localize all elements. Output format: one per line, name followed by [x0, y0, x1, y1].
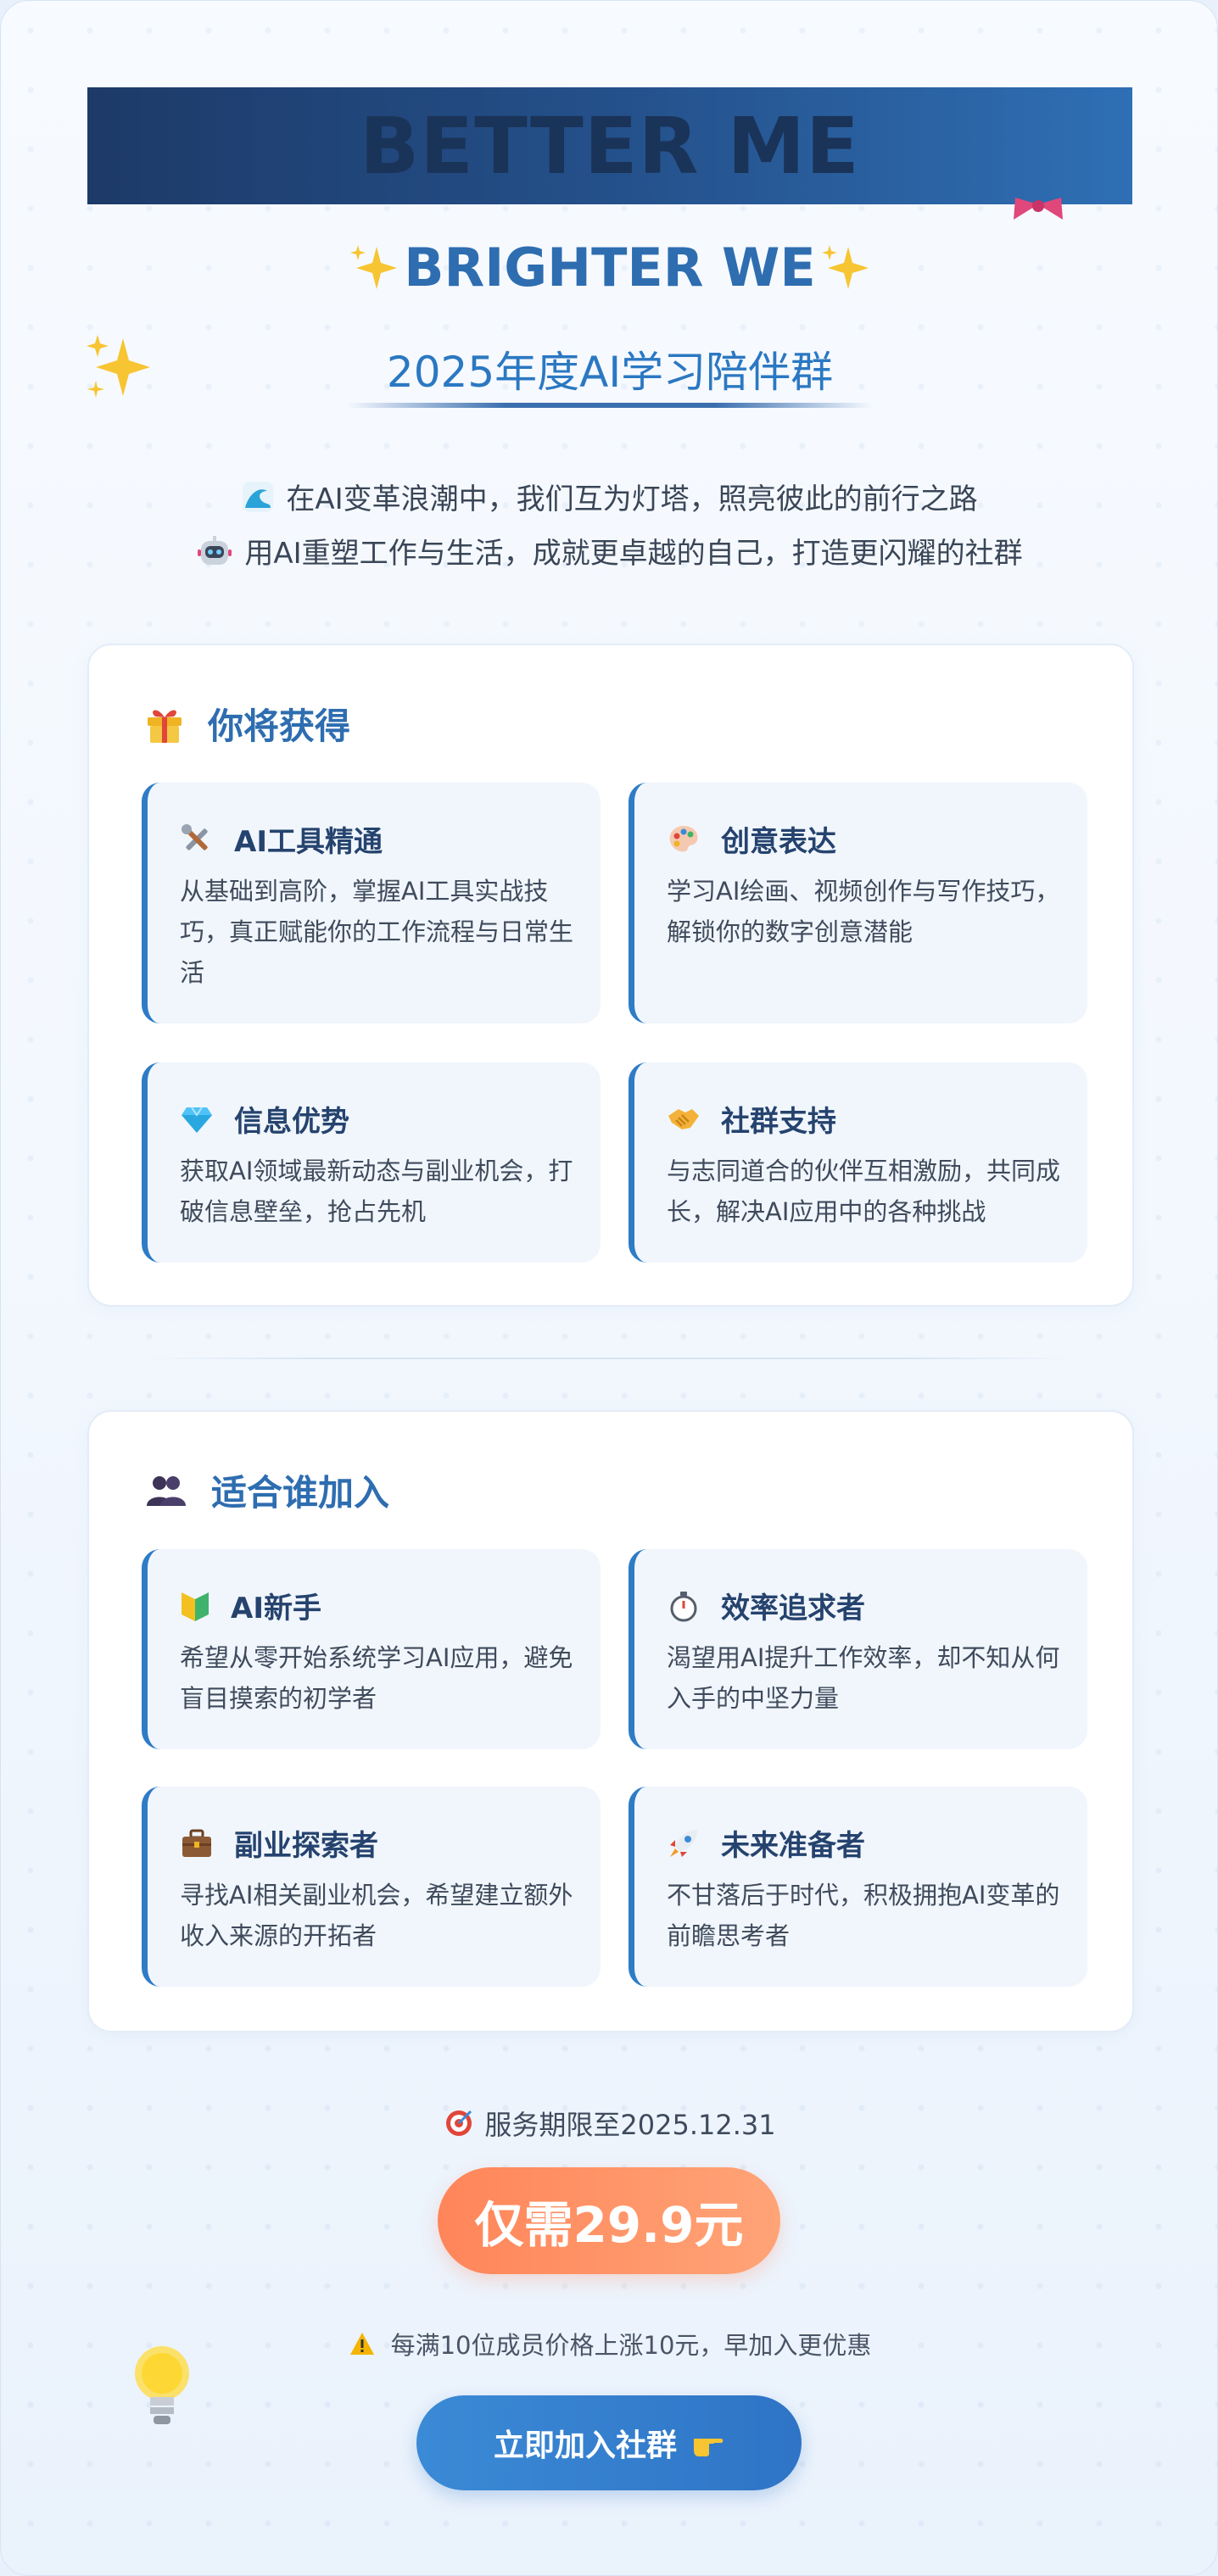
people-icon — [147, 1475, 186, 1506]
price-text: 仅需29.9元 — [474, 2196, 744, 2254]
audience-card-item: 未来准备者 不甘落后于时代，积极拥抱AI变革的前瞻思考者 — [629, 1787, 1087, 1987]
benefits-title: 你将获得 — [208, 705, 351, 747]
benefits-card: 你将获得 AI工具精通 从基础到高阶，掌握AI工具实战技巧，真正赋能你的工作流程… — [87, 644, 1134, 1307]
feature-title: 副业探索者 — [234, 1829, 378, 1863]
sparkles-icon — [821, 244, 869, 289]
target-icon — [446, 2110, 472, 2136]
feature-desc: 寻找AI相关副业机会，希望建立额外收入来源的开拓者 — [180, 1881, 573, 1950]
warning-icon — [349, 2333, 374, 2355]
feature-desc: 学习AI绘画、视频创作与写作技巧，解锁你的数字创意潜能 — [667, 877, 1060, 946]
lightbulb-icon — [135, 2346, 189, 2424]
feature-card: 信息优势 获取AI领域最新动态与副业机会，打破信息壁垒，抢占先机 — [142, 1062, 601, 1263]
section-divider — [137, 1358, 1083, 1359]
briefcase-icon — [182, 1829, 211, 1857]
subtitle-text: BRIGHTER WE — [404, 237, 816, 298]
price-badge: 仅需29.9元 — [438, 2167, 780, 2274]
subtitle: BRIGHTER WE — [1, 237, 1217, 298]
audience-card-item: AI新手 希望从零开始系统学习AI应用，避免盲目摸索的初学者 — [142, 1549, 601, 1749]
audience-title: 适合谁加入 — [211, 1472, 390, 1514]
feature-title: 社群支持 — [721, 1105, 836, 1139]
service-deadline: 服务期限至2025.12.31 — [1, 2104, 1217, 2143]
warning-text: 每满10位成员价格上涨10元，早加入更优惠 — [390, 2331, 872, 2360]
palette-icon — [669, 825, 698, 851]
feature-title: 创意表达 — [721, 825, 836, 859]
feature-desc: 不甘落后于时代，积极拥抱AI变革的前瞻思考者 — [667, 1881, 1060, 1950]
feature-title: 信息优势 — [234, 1105, 349, 1139]
audience-card: 适合谁加入 AI新手 希望从零开始系统学习AI应用，避免盲目摸索的初学者 效率追… — [87, 1410, 1134, 2032]
feature-title: AI工具精通 — [234, 825, 383, 859]
poster-page: BETTER ME BRIGHTER WE 2025年度AI学习陪伴群 在AI变… — [0, 0, 1218, 2576]
bow-icon — [1014, 198, 1063, 220]
banner-title: BETTER ME — [360, 100, 860, 192]
feature-desc: 希望从零开始系统学习AI应用，避免盲目摸索的初学者 — [180, 1643, 573, 1713]
header-banner: BETTER ME — [87, 87, 1132, 204]
audience-card-item: 副业探索者 寻找AI相关副业机会，希望建立额外收入来源的开拓者 — [142, 1787, 601, 1987]
feature-desc: 渴望用AI提升工作效率，却不知从何入手的中坚力量 — [667, 1643, 1060, 1713]
feature-card: 社群支持 与志同道合的伙伴互相激励，共同成长，解决AI应用中的各种挑战 — [629, 1062, 1087, 1263]
gem-icon — [182, 1106, 212, 1133]
intro-text: 用AI重塑工作与生活，成就更卓越的自己，打造更闪耀的社群 — [244, 537, 1023, 571]
gift-icon — [148, 710, 182, 743]
pointing-hand-icon — [694, 2439, 724, 2456]
feature-desc: 与志同道合的伙伴互相激励，共同成长，解决AI应用中的各种挑战 — [667, 1157, 1061, 1226]
audience-card-item: 效率追求者 渴望用AI提升工作效率，却不知从何入手的中坚力量 — [629, 1549, 1087, 1749]
feature-card: AI工具精通 从基础到高阶，掌握AI工具实战技巧，真正赋能你的工作流程与日常生活 — [142, 783, 601, 1023]
handshake-icon — [668, 1108, 699, 1129]
group-title: 2025年度AI学习陪伴群 — [386, 348, 834, 397]
sparkles-icon — [350, 244, 398, 289]
tools-icon — [182, 823, 208, 850]
card-header: 适合谁加入 — [145, 1464, 389, 1516]
robot-icon — [198, 535, 232, 565]
feature-title: 未来准备者 — [721, 1829, 865, 1863]
feature-title: 效率追求者 — [721, 1592, 865, 1625]
title-underline — [347, 403, 873, 408]
feature-title: AI新手 — [231, 1592, 321, 1625]
rocket-icon — [670, 1829, 697, 1857]
feature-desc: 获取AI领域最新动态与副业机会，打破信息壁垒，抢占先机 — [180, 1157, 573, 1226]
join-community-button[interactable]: 立即加入社群 — [416, 2395, 802, 2490]
intro-text: 在AI变革浪潮中，我们互为灯塔，照亮彼此的前行之路 — [286, 482, 978, 516]
feature-desc: 从基础到高阶，掌握AI工具实战技巧，真正赋能你的工作流程与日常生活 — [180, 877, 574, 987]
intro-line: 在AI变革浪潮中，我们互为灯塔，照亮彼此的前行之路 — [1, 476, 1217, 517]
card-header: 你将获得 — [145, 698, 350, 750]
intro-line: 用AI重塑工作与生活，成就更卓越的自己，打造更闪耀的社群 — [1, 530, 1217, 572]
beginner-icon — [182, 1592, 209, 1621]
stopwatch-icon — [670, 1591, 697, 1621]
join-button-label: 立即加入社群 — [493, 2428, 677, 2463]
deadline-text: 服务期限至2025.12.31 — [484, 2109, 776, 2141]
feature-card: 创意表达 学习AI绘画、视频创作与写作技巧，解锁你的数字创意潜能 — [629, 783, 1087, 1023]
wave-icon — [243, 481, 274, 512]
